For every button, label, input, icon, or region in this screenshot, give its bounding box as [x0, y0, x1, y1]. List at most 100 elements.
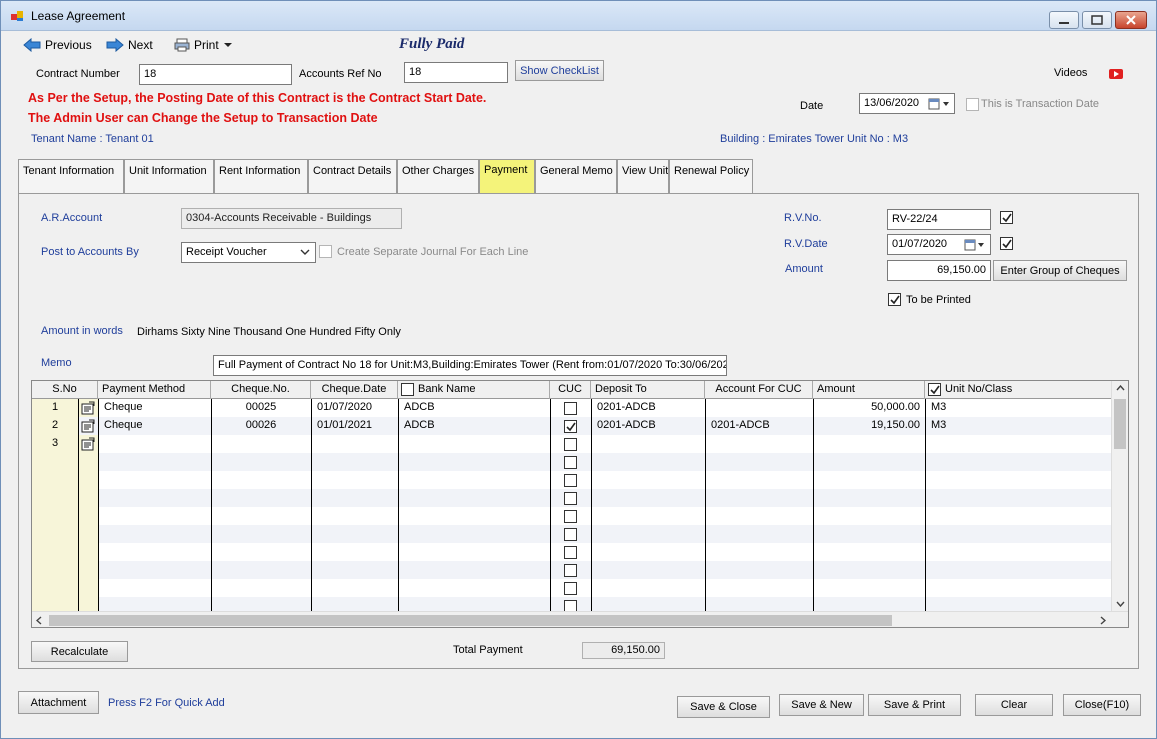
clear-button[interactable]: Clear	[975, 694, 1053, 716]
scroll-left-icon[interactable]	[36, 616, 42, 625]
scroll-up-icon[interactable]	[1116, 385, 1125, 391]
cuc-checkbox[interactable]	[564, 456, 577, 469]
attachment-button[interactable]: Attachment	[18, 691, 99, 714]
calendar-icon[interactable]	[964, 239, 988, 251]
tab-view-unit[interactable]: View Unit	[617, 159, 669, 194]
vertical-scrollbar[interactable]	[1111, 381, 1128, 611]
cell-unit-no[interactable]: M3	[928, 417, 1028, 435]
payment-grid: S.No Payment Method Cheque.No. Cheque.Da…	[31, 380, 1129, 628]
close-window-button[interactable]	[1115, 11, 1147, 29]
vertical-scroll-thumb[interactable]	[1114, 399, 1126, 449]
to-be-printed-checkbox[interactable]	[888, 293, 901, 306]
maximize-button[interactable]	[1082, 11, 1112, 29]
unit-no-header-checkbox[interactable]	[928, 383, 941, 396]
column-header-cuc[interactable]: CUC	[550, 381, 591, 399]
cell-unit-no[interactable]: M3	[928, 399, 1028, 417]
cuc-checkbox[interactable]	[564, 420, 577, 433]
cell-cheque-no[interactable]: 00026	[211, 417, 311, 435]
save-print-button[interactable]: Save & Print	[868, 694, 961, 716]
table-row[interactable]: 3	[32, 435, 1112, 453]
amount-in-words-value: Dirhams Sixty Nine Thousand One Hundred …	[137, 326, 401, 338]
column-header-account-for-cuc[interactable]: Account For CUC	[705, 381, 813, 399]
cuc-checkbox[interactable]	[564, 402, 577, 415]
cell-deposit-to[interactable]: 0201-ADCB	[594, 399, 705, 417]
separate-journal-checkbox[interactable]	[319, 245, 332, 258]
column-header-cheque-date[interactable]: Cheque.Date	[311, 381, 398, 399]
cell-bank-name[interactable]: ADCB	[401, 417, 550, 435]
column-header-deposit-to[interactable]: Deposit To	[591, 381, 705, 399]
cell-account-for-cuc[interactable]	[708, 399, 813, 417]
horizontal-scrollbar[interactable]	[32, 611, 1128, 627]
rv-date-field[interactable]: 01/07/2020	[887, 234, 991, 255]
rv-date-checkbox[interactable]	[1000, 237, 1013, 250]
post-to-accounts-select[interactable]: Receipt Voucher	[181, 242, 316, 263]
show-checklist-button[interactable]: Show CheckList	[515, 60, 604, 81]
memo-field[interactable]: Full Payment of Contract No 18 for Unit:…	[213, 355, 727, 376]
tab-unit-information[interactable]: Unit Information	[124, 159, 214, 194]
rv-no-checkbox[interactable]	[1000, 211, 1013, 224]
cell-amount[interactable]: 50,000.00	[813, 399, 923, 417]
checkmark-icon	[1002, 239, 1012, 249]
tab-rent-information[interactable]: Rent Information	[214, 159, 308, 194]
tab-other-charges[interactable]: Other Charges	[397, 159, 479, 194]
rv-no-field[interactable]: RV-22/24	[887, 209, 991, 230]
cell-payment-method[interactable]: Cheque	[101, 417, 211, 435]
save-close-button[interactable]: Save & Close	[677, 696, 770, 718]
cuc-checkbox[interactable]	[564, 546, 577, 559]
transaction-date-checkbox[interactable]	[966, 98, 979, 111]
column-header-cheque-no[interactable]: Cheque.No.	[211, 381, 311, 399]
tab-renewal-policy[interactable]: Renewal Policy	[669, 159, 753, 194]
tab-general-memo[interactable]: General Memo	[535, 159, 617, 194]
scroll-right-icon[interactable]	[1100, 616, 1106, 625]
edit-row-icon[interactable]	[81, 401, 95, 415]
column-header-unit-no-class[interactable]: Unit No/Class	[925, 381, 1112, 399]
cuc-checkbox[interactable]	[564, 492, 577, 505]
calendar-icon[interactable]	[928, 98, 952, 110]
scroll-down-icon[interactable]	[1116, 601, 1125, 607]
cell-amount[interactable]: 19,150.00	[813, 417, 923, 435]
enter-group-of-cheques-button[interactable]: Enter Group of Cheques	[993, 260, 1127, 281]
accounts-ref-field[interactable]: 18	[404, 62, 508, 83]
post-to-accounts-value: Receipt Voucher	[186, 246, 267, 258]
contract-number-field[interactable]: 18	[139, 64, 292, 85]
column-header-payment-method[interactable]: Payment Method	[98, 381, 211, 399]
minimize-button[interactable]	[1049, 11, 1079, 29]
cuc-checkbox[interactable]	[564, 564, 577, 577]
payment-method-header-label: Payment Method	[102, 383, 186, 395]
column-header-sno[interactable]: S.No	[32, 381, 98, 399]
table-row[interactable]: 1 Cheque 00025 01/07/2020 ADCB 0201-ADCB…	[32, 399, 1112, 417]
cuc-checkbox[interactable]	[564, 438, 577, 451]
cell-deposit-to[interactable]: 0201-ADCB	[594, 417, 705, 435]
recalculate-button[interactable]: Recalculate	[31, 641, 128, 662]
amount-field[interactable]: 69,150.00	[887, 260, 991, 281]
tab-payment[interactable]: Payment	[479, 159, 535, 194]
print-button[interactable]: Print	[174, 38, 233, 52]
date-field[interactable]: 13/06/2020	[859, 93, 955, 114]
cuc-checkbox[interactable]	[564, 582, 577, 595]
youtube-icon[interactable]	[1109, 69, 1123, 79]
previous-button[interactable]: Previous	[23, 38, 92, 52]
tab-tenant-information[interactable]: Tenant Information	[18, 159, 124, 194]
cuc-checkbox[interactable]	[564, 528, 577, 541]
table-row[interactable]: 2 Cheque 00026 01/01/2021 ADCB 0201-ADCB…	[32, 417, 1112, 435]
ar-account-field[interactable]: 0304-Accounts Receivable - Buildings	[181, 208, 402, 229]
tab-contract-details[interactable]: Contract Details	[308, 159, 397, 194]
cell-sno: 3	[51, 437, 59, 449]
column-header-amount[interactable]: Amount	[813, 381, 925, 399]
cell-cheque-date[interactable]: 01/01/2021	[314, 417, 398, 435]
cell-cheque-no[interactable]: 00025	[211, 399, 311, 417]
column-header-bank-name[interactable]: Bank Name	[398, 381, 550, 399]
next-button[interactable]: Next	[106, 38, 153, 52]
edit-row-icon[interactable]	[81, 437, 95, 451]
cuc-checkbox[interactable]	[564, 510, 577, 523]
cell-payment-method[interactable]: Cheque	[101, 399, 211, 417]
cell-account-for-cuc[interactable]: 0201-ADCB	[708, 417, 813, 435]
edit-row-icon[interactable]	[81, 419, 95, 433]
bank-name-header-checkbox[interactable]	[401, 383, 414, 396]
cell-cheque-date[interactable]: 01/07/2020	[314, 399, 398, 417]
cuc-checkbox[interactable]	[564, 474, 577, 487]
close-button[interactable]: Close(F10)	[1063, 694, 1141, 716]
horizontal-scroll-thumb[interactable]	[49, 615, 892, 626]
save-new-button[interactable]: Save & New	[779, 694, 864, 716]
cell-bank-name[interactable]: ADCB	[401, 399, 550, 417]
